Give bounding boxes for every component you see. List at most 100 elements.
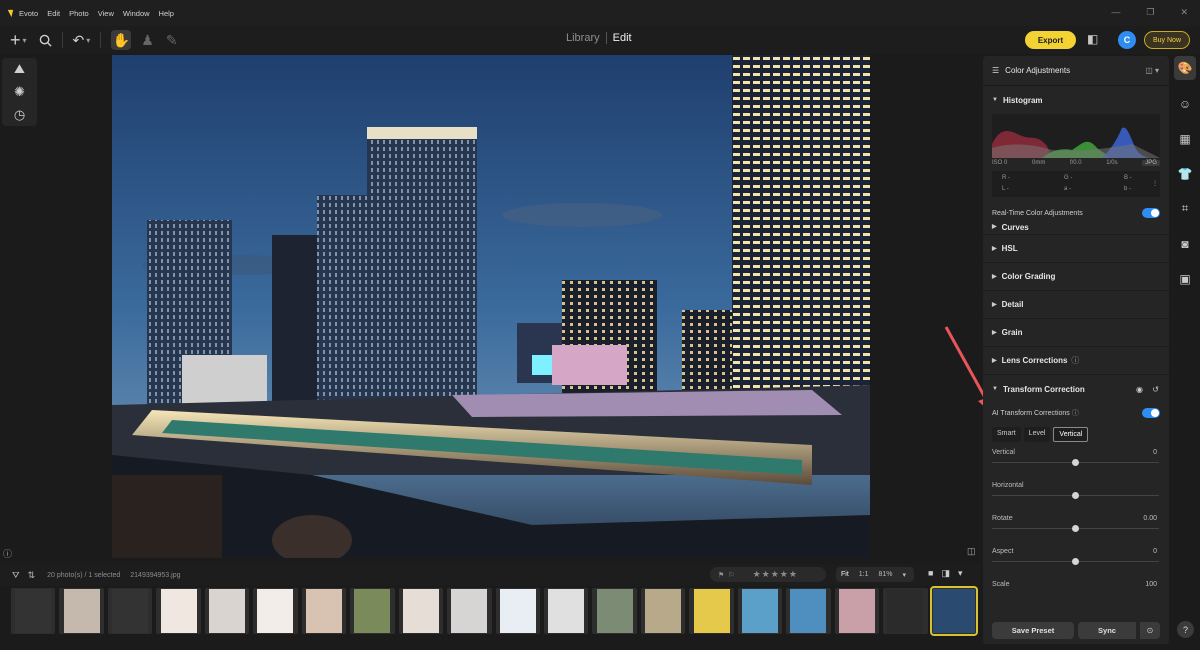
thumbnail[interactable] (543, 588, 589, 634)
main-photo[interactable] (112, 55, 870, 558)
thumbnail[interactable] (398, 588, 444, 634)
search-icon[interactable] (39, 30, 52, 50)
hand-tool-icon[interactable]: ✋ (111, 30, 132, 50)
thumbnail[interactable] (592, 588, 637, 634)
slider-handle[interactable] (1072, 525, 1079, 532)
section-curves[interactable]: ▶ Curves (983, 223, 1169, 235)
avatar[interactable]: C (1118, 31, 1136, 49)
mode-vertical-button[interactable]: Vertical (1053, 427, 1089, 442)
menu-evoto[interactable]: Evoto (19, 9, 38, 18)
panel-header: ☰ Color Adjustments ◫ ▾ (983, 56, 1169, 86)
section-transform-correction[interactable]: ▼ Transform Correction ◉ ↺ (983, 375, 1169, 403)
chevron-down-icon[interactable]: ▾ (898, 571, 912, 579)
save-preset-button[interactable]: Save Preset (992, 621, 1074, 639)
crop-icon[interactable]: ⌗ (1182, 191, 1189, 226)
camera-icon[interactable]: ◙ (1181, 226, 1188, 261)
mode-level-button[interactable]: Level (1023, 427, 1051, 442)
info-icon[interactable]: ⓘ (1071, 355, 1079, 366)
palette-icon[interactable]: 🎨 (1174, 56, 1196, 80)
histogram-section[interactable]: ▼ Histogram (983, 86, 1169, 114)
zoom-fit-button[interactable]: Fit (836, 571, 854, 578)
menu-edit[interactable]: Edit (47, 9, 60, 18)
undo-history-chevron-icon[interactable]: ▾ (86, 36, 90, 45)
portrait-adjust-icon[interactable]: ⛰ (14, 61, 25, 77)
menu-help[interactable]: Help (159, 9, 174, 18)
star-rating[interactable]: ★★★★★ (753, 569, 798, 580)
sync-options-icon[interactable]: ⊙ (1140, 621, 1160, 639)
filter-icon[interactable]: ⛛ (12, 570, 20, 581)
thumbnail[interactable] (253, 588, 298, 634)
thumbnail[interactable] (204, 588, 250, 634)
slider-value[interactable]: 100 (1145, 581, 1157, 588)
add-icon[interactable]: + (10, 30, 21, 50)
chevron-down-icon[interactable]: ▾ (958, 568, 963, 579)
compare-icon[interactable]: ◧ (1087, 32, 1098, 46)
minimize-icon[interactable]: — (1111, 7, 1120, 18)
eye-icon[interactable]: ◉ (1136, 385, 1143, 394)
export-button[interactable]: Export (1025, 31, 1076, 49)
tab-edit[interactable]: Edit (613, 32, 632, 44)
thumbnail[interactable] (447, 588, 492, 634)
undo-icon[interactable]: ↶ (73, 30, 85, 50)
info-icon[interactable]: ⓘ (3, 547, 12, 560)
thumbnail[interactable] (156, 588, 201, 634)
face-icon[interactable]: ☺ (1179, 86, 1191, 121)
thumbnail[interactable] (301, 588, 347, 634)
thumbnail[interactable] (59, 588, 104, 634)
thumbnail[interactable] (11, 588, 56, 634)
close-icon[interactable]: ✕ (1180, 7, 1188, 18)
slider-value[interactable]: 0 (1153, 449, 1157, 456)
thumbnail-selected[interactable] (929, 586, 979, 636)
thumbnail[interactable] (786, 588, 831, 634)
thumbnail[interactable] (737, 588, 783, 634)
menu-photo[interactable]: Photo (69, 9, 89, 18)
mode-smart-button[interactable]: Smart (992, 427, 1021, 442)
reject-flag-icon[interactable]: ⚐ (728, 571, 734, 579)
slider-handle[interactable] (1072, 459, 1079, 466)
section-hsl[interactable]: ▶ HSL (983, 235, 1169, 263)
stamp-tool-icon[interactable]: ♟ (141, 30, 154, 50)
thumbnail[interactable] (883, 588, 928, 634)
thumbnail[interactable] (689, 588, 734, 634)
section-color-grading[interactable]: ▶ Color Grading (983, 263, 1169, 291)
zoom-1-1-button[interactable]: 1:1 (854, 571, 874, 578)
background-icon[interactable]: ▦ (1179, 121, 1190, 156)
slider-handle[interactable] (1072, 558, 1079, 565)
split-view-icon[interactable]: ◫ (967, 546, 976, 557)
single-view-icon[interactable]: ■ (928, 568, 933, 579)
clothing-icon[interactable]: 👕 (1178, 156, 1193, 191)
thumbnail[interactable] (640, 588, 686, 634)
buy-now-button[interactable]: Buy Now (1144, 31, 1190, 49)
panel-layout-icon[interactable]: ◫ ▾ (1145, 66, 1159, 75)
thumbnail[interactable] (107, 588, 153, 634)
tab-library[interactable]: Library (566, 32, 600, 44)
ai-transform-toggle[interactable] (1142, 408, 1160, 418)
sync-button[interactable]: Sync (1078, 621, 1136, 639)
section-grain[interactable]: ▶ Grain (983, 319, 1169, 347)
maximize-icon[interactable]: ❐ (1146, 7, 1154, 18)
help-icon[interactable]: ? (1177, 621, 1194, 638)
sort-icon[interactable]: ⇅ (28, 570, 36, 581)
texture-icon[interactable]: ✺ (14, 84, 25, 100)
reset-icon[interactable]: ↺ (1152, 385, 1159, 394)
thumbnail[interactable] (495, 588, 540, 634)
menu-view[interactable]: View (98, 9, 114, 18)
thumbnail[interactable] (350, 588, 395, 634)
compare-view-icon[interactable]: ◨ (941, 568, 950, 579)
ai-transform-label: AI Transform Corrections ⓘ (992, 410, 1079, 417)
slider-value[interactable]: 0 (1153, 548, 1157, 555)
zoom-value[interactable]: 81% (874, 571, 898, 578)
more-icon[interactable]: ⋮ (1152, 180, 1158, 187)
folder-icon[interactable]: ▣ (1179, 261, 1190, 296)
slider-value[interactable]: 0.00 (1143, 515, 1157, 522)
section-detail[interactable]: ▶ Detail (983, 291, 1169, 319)
thumbnail[interactable] (834, 588, 880, 634)
realtime-toggle[interactable] (1142, 208, 1160, 218)
chevron-down-icon[interactable]: ▾ (23, 36, 27, 45)
section-lens-corrections[interactable]: ▶ Lens Corrections ⓘ (983, 347, 1169, 375)
slider-handle[interactable] (1072, 492, 1079, 499)
brush-tool-icon[interactable]: ✎ (166, 30, 178, 50)
menu-window[interactable]: Window (123, 9, 150, 18)
history-icon[interactable]: ◷ (14, 107, 25, 123)
flag-icon[interactable]: ⚑ (718, 571, 724, 579)
